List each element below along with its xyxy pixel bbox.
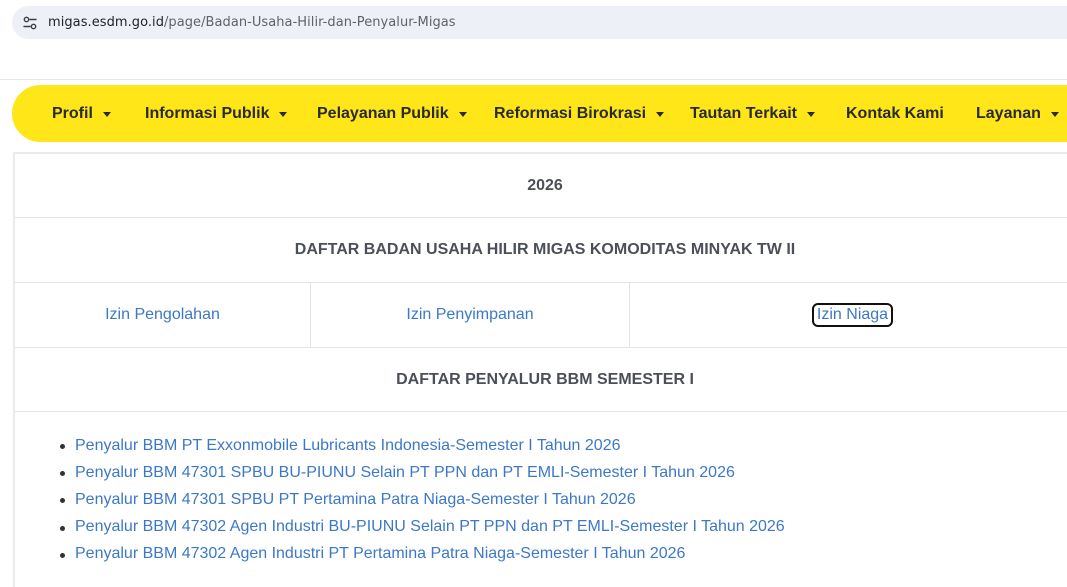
site-settings-icon[interactable] (22, 15, 38, 31)
browser-toolbar: migas.esdm.go.id/page/Badan-Usaha-Hilir-… (0, 0, 1067, 80)
distributor-link[interactable]: Penyalur BBM 47302 Agen Industri BU-PIUN… (75, 518, 785, 536)
distributor-link[interactable]: Penyalur BBM 47302 Agen Industri PT Pert… (75, 545, 685, 563)
distributor-link[interactable]: Penyalur BBM PT Exxonmobile Lubricants I… (75, 437, 621, 455)
caret-down-icon (1050, 112, 1059, 117)
list-item: Penyalur BBM 47301 SPBU PT Pertamina Pat… (55, 486, 785, 513)
nav-item-label: Kontak Kami (846, 104, 944, 122)
list-item: Penyalur BBM 47302 Agen Industri PT Pert… (55, 541, 785, 568)
nav-item-label: Tautan Terkait (690, 104, 797, 122)
section2-heading: DAFTAR PENYALUR BBM SEMESTER I (396, 370, 694, 388)
section1-row: DAFTAR BADAN USAHA HILIR MIGAS KOMODITAS… (15, 218, 1067, 283)
nav-item-pelayanan-publik[interactable]: Pelayanan Publik (317, 85, 467, 142)
section1-heading: DAFTAR BADAN USAHA HILIR MIGAS KOMODITAS… (294, 241, 796, 258)
year-heading: 2026 (527, 176, 563, 194)
permit-cell-penyimpanan: Izin Penyimpanan (311, 283, 630, 347)
nav-item-label: Pelayanan Publik (317, 104, 449, 122)
year-row: 2026 (15, 154, 1067, 218)
permit-cell-niaga: Izin Niaga (630, 283, 1067, 347)
nav-item-label: Reformasi Birokrasi (494, 104, 647, 122)
nav-item-label: Profil (52, 104, 93, 122)
main-nav: Profil Informasi Publik Pelayanan Publik… (12, 85, 1067, 142)
permit-cell-pengolahan: Izin Pengolahan (15, 283, 311, 347)
distributor-list: Penyalur BBM PT Exxonmobile Lubricants I… (55, 432, 785, 568)
nav-item-label: Layanan (976, 104, 1041, 122)
permit-link-niaga[interactable]: Izin Niaga (811, 303, 894, 327)
permit-link-pengolahan[interactable]: Izin Pengolahan (105, 306, 220, 324)
distributor-link[interactable]: Penyalur BBM 47301 SPBU PT Pertamina Pat… (75, 491, 636, 509)
url-host: migas.esdm.go.id (48, 15, 164, 30)
nav-item-informasi-publik[interactable]: Informasi Publik (145, 85, 288, 142)
caret-down-icon (102, 112, 111, 117)
caret-down-icon (458, 112, 467, 117)
list-item: Penyalur BBM 47302 Agen Industri BU-PIUN… (55, 514, 785, 541)
url-path: /page/Badan-Usaha-Hilir-dan-Penyalur-Mig… (164, 15, 456, 30)
caret-down-icon (656, 112, 665, 117)
nav-item-layanan[interactable]: Layanan (976, 85, 1059, 142)
url-text[interactable]: migas.esdm.go.id/page/Badan-Usaha-Hilir-… (48, 15, 456, 30)
content-panel: 2026 DAFTAR BADAN USAHA HILIR MIGAS KOMO… (13, 152, 1067, 587)
list-item: Penyalur BBM 47301 SPBU BU-PIUNU Selain … (55, 459, 785, 486)
caret-down-icon (806, 112, 815, 117)
nav-item-kontak-kami[interactable]: Kontak Kami (846, 85, 944, 142)
address-bar[interactable]: migas.esdm.go.id/page/Badan-Usaha-Hilir-… (12, 6, 1067, 39)
caret-down-icon (279, 112, 288, 117)
distributor-link[interactable]: Penyalur BBM 47301 SPBU BU-PIUNU Selain … (75, 464, 735, 482)
list-item: Penyalur BBM PT Exxonmobile Lubricants I… (55, 432, 785, 459)
nav-item-label: Informasi Publik (145, 104, 270, 122)
nav-item-tautan-terkait[interactable]: Tautan Terkait (690, 85, 815, 142)
section2-row: DAFTAR PENYALUR BBM SEMESTER I (15, 348, 1067, 412)
permit-link-penyimpanan[interactable]: Izin Penyimpanan (406, 306, 533, 324)
permits-row: Izin Pengolahan Izin Penyimpanan Izin Ni… (15, 283, 1067, 348)
nav-item-profil[interactable]: Profil (52, 85, 111, 142)
nav-item-reformasi-birokrasi[interactable]: Reformasi Birokrasi (494, 85, 665, 142)
